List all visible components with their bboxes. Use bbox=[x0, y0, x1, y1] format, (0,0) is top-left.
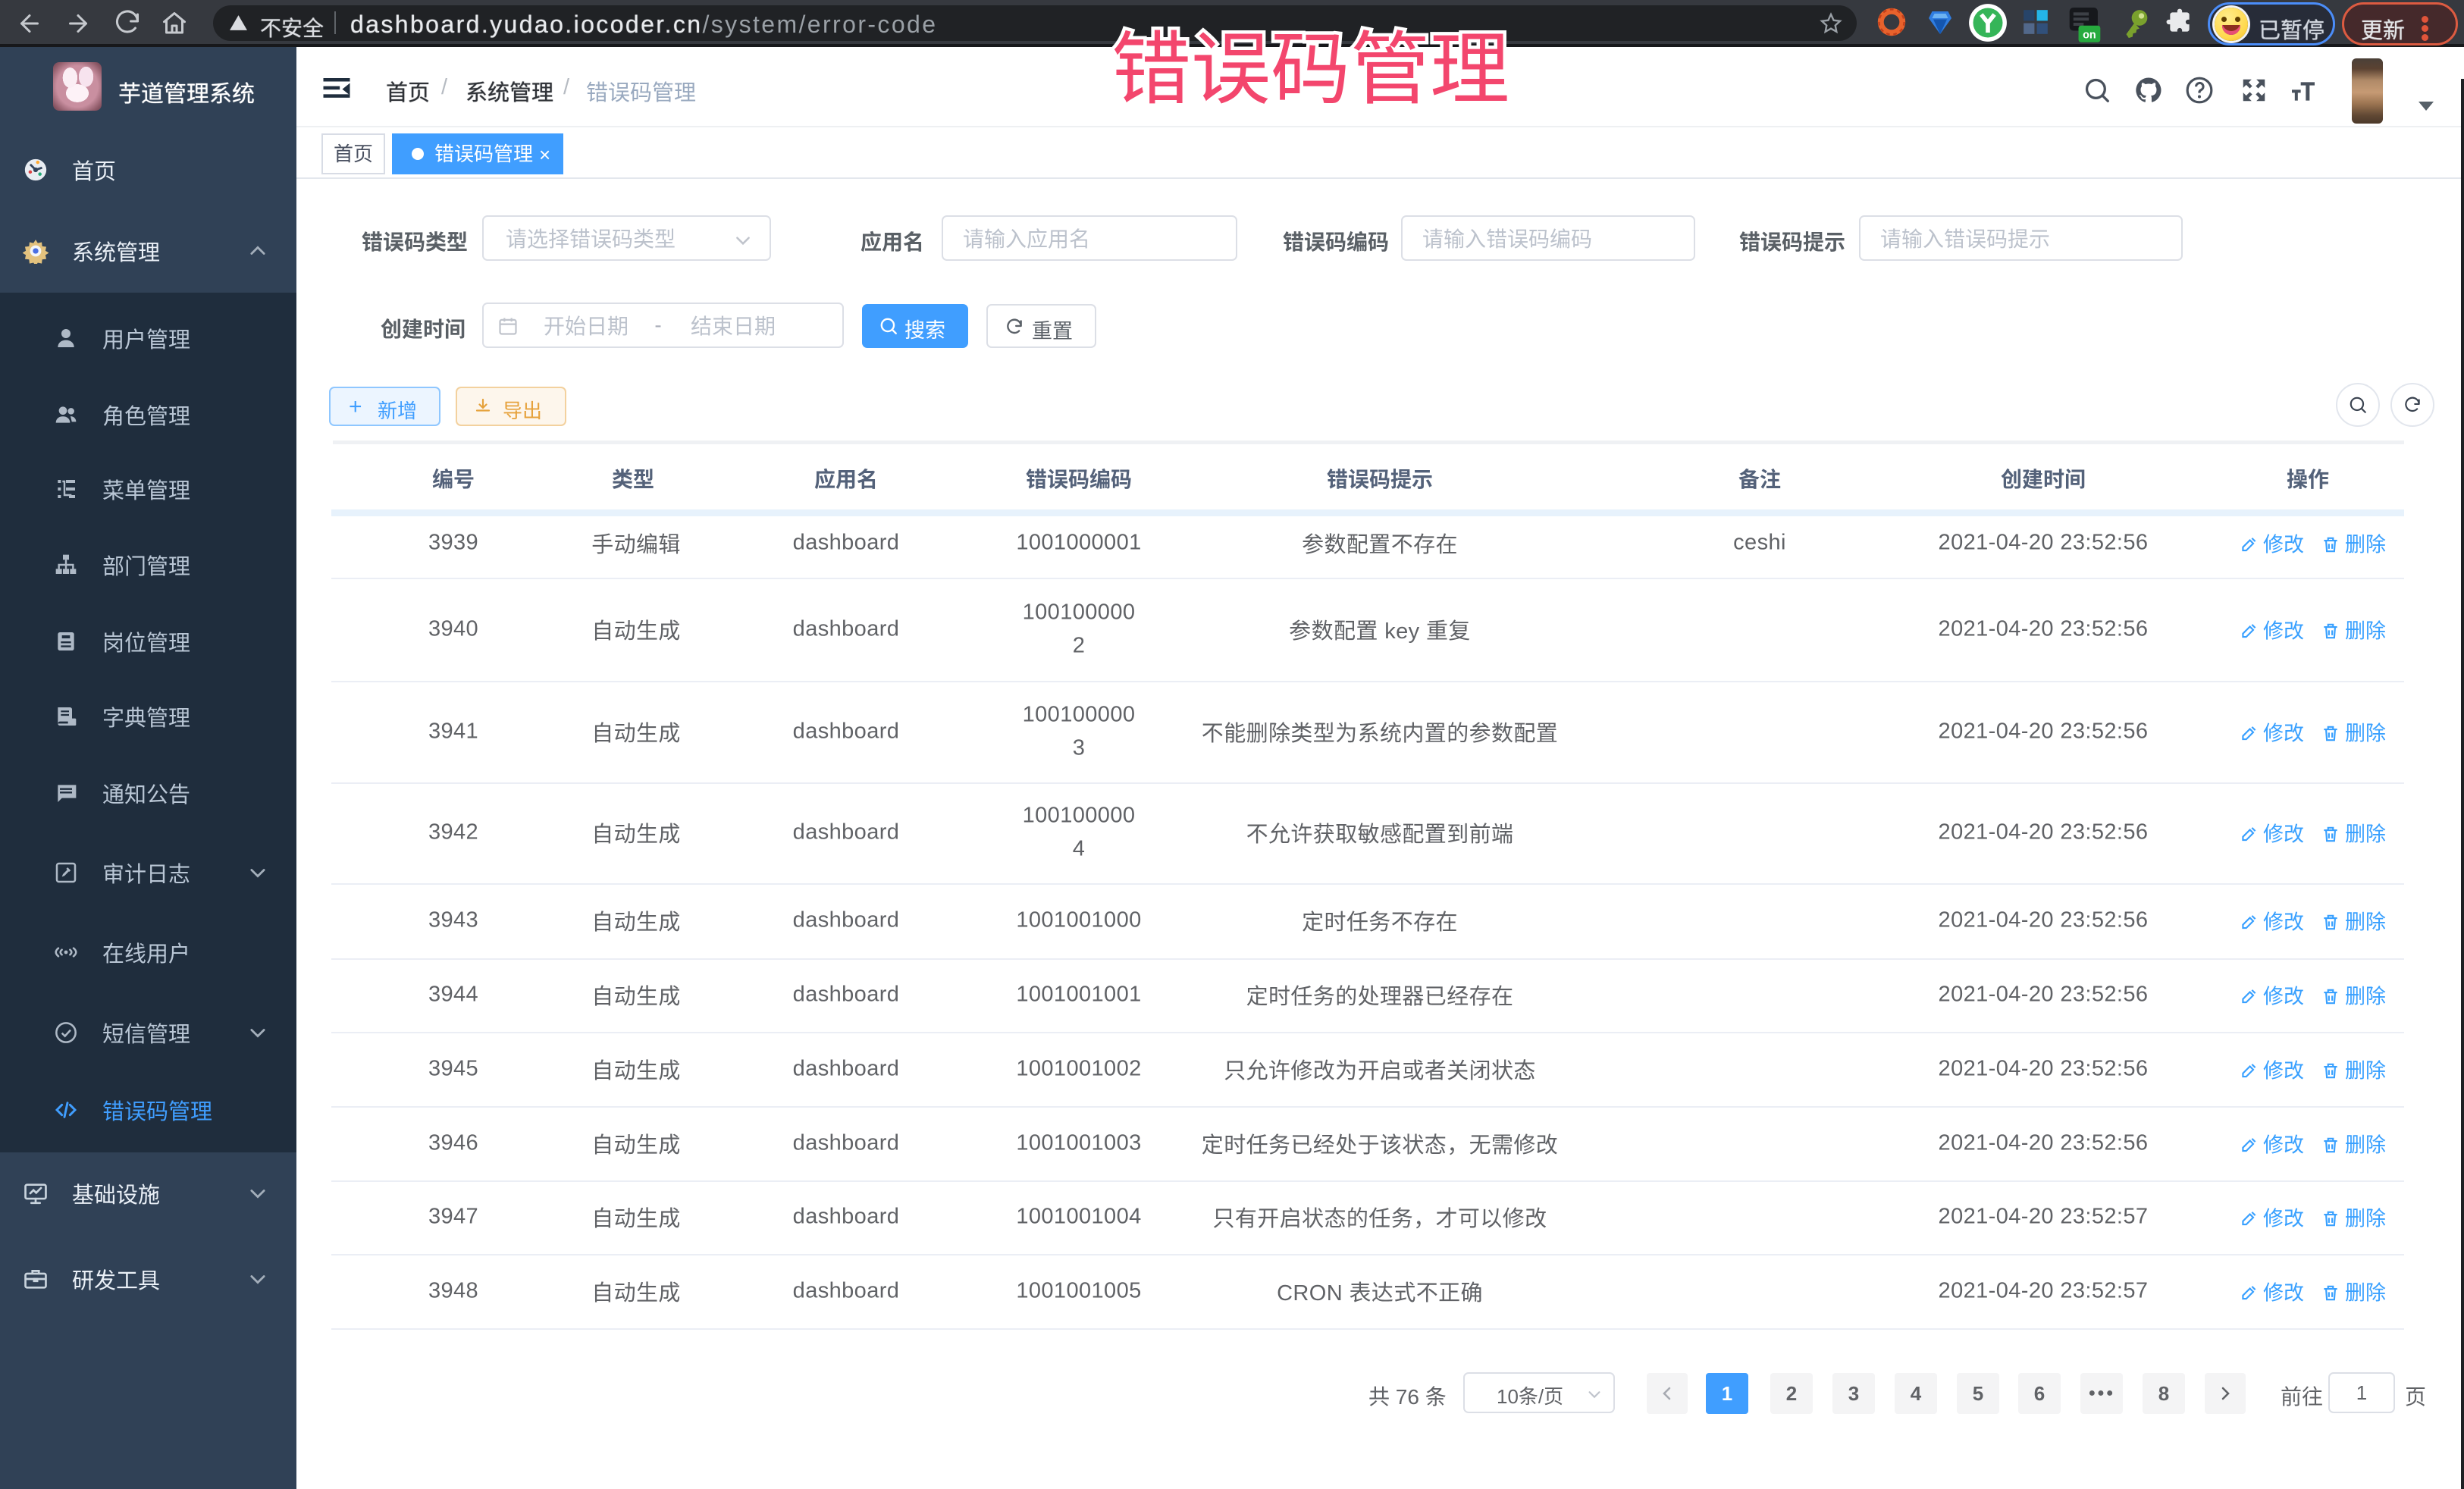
svg-text:错误码管理: 错误码管理 bbox=[1111, 26, 1509, 114]
svg-text:on: on bbox=[2083, 30, 2096, 42]
